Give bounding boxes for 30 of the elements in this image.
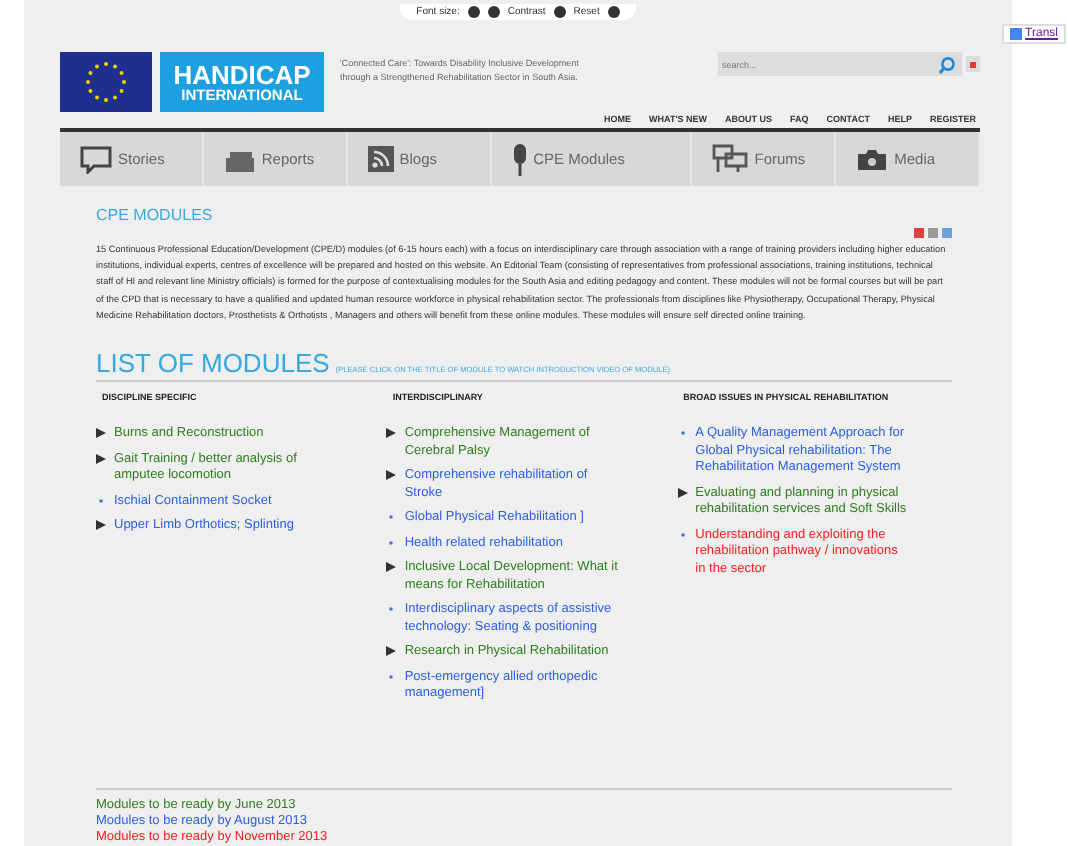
section-title: LIST OF MODULES (96, 348, 330, 379)
dot-bullet-icon (677, 428, 688, 439)
clear-search-icon[interactable] (966, 56, 980, 72)
increase-font-icon[interactable] (467, 5, 480, 17)
microphone-icon (511, 143, 528, 175)
arrow-bullet-icon (96, 428, 106, 439)
page-title: CPE MODULES (96, 206, 215, 224)
arrow-bullet-icon (386, 470, 397, 481)
search-icon[interactable] (938, 55, 956, 73)
arrow-bullet-icon (677, 487, 688, 498)
camera-icon (856, 148, 889, 170)
arrow-bullet-icon (386, 646, 397, 657)
forum-icon (712, 144, 749, 174)
dot-bullet-icon (386, 512, 397, 523)
reset-icon[interactable] (607, 5, 620, 17)
dot-bullet-icon (386, 671, 397, 682)
arrow-bullet-icon (386, 428, 397, 439)
rss-icon (367, 146, 394, 172)
arrow-bullet-icon (96, 453, 106, 464)
document-stack-icon (223, 147, 256, 171)
dot-bullet-icon (677, 529, 688, 540)
dot-bullet-icon (96, 495, 106, 506)
speech-bubble-icon (80, 145, 112, 173)
eu-flag-icon (60, 52, 152, 112)
decrease-font-icon[interactable] (487, 5, 500, 17)
dot-bullet-icon (386, 604, 397, 615)
dot-bullet-icon (386, 537, 397, 548)
contrast-icon[interactable] (553, 5, 566, 17)
arrow-bullet-icon (386, 562, 397, 573)
arrow-bullet-icon (96, 520, 106, 531)
